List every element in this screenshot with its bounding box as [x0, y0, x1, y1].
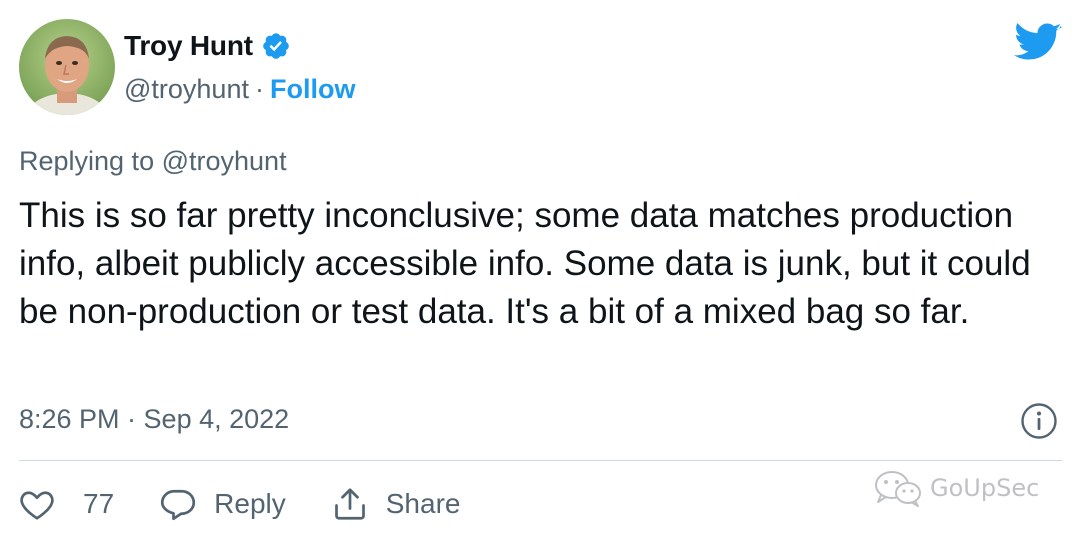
separator: · [254, 74, 264, 104]
share-icon [334, 488, 365, 520]
tweet-card: Troy Hunt @troyhunt · Follow Replying to… [0, 0, 1080, 539]
author-name-row[interactable]: Troy Hunt [124, 30, 291, 62]
watermark: GoUpSec [872, 468, 1039, 508]
tweet-text: This is so far pretty inconclusive; some… [19, 196, 1031, 331]
heart-icon [20, 491, 54, 520]
avatar[interactable] [19, 19, 115, 115]
share-button[interactable]: Share [332, 486, 461, 522]
reply-button[interactable]: Reply [160, 487, 286, 521]
action-bar: 77 Reply Share [19, 480, 506, 528]
reply-icon [161, 489, 196, 521]
replying-prefix: Replying to [19, 146, 155, 176]
like-button[interactable]: 77 [19, 487, 114, 521]
info-icon[interactable] [1020, 402, 1058, 440]
author-handle-row: @troyhunt · Follow [124, 74, 355, 105]
tweet-timestamp[interactable]: 8:26 PM · Sep 4, 2022 [19, 404, 289, 435]
watermark-text: GoUpSec [930, 474, 1040, 502]
reply-label: Reply [214, 488, 286, 519]
twitter-bird-icon[interactable] [1014, 22, 1062, 64]
divider [19, 460, 1062, 461]
wechat-icon [875, 471, 921, 507]
replying-mention[interactable]: @troyhunt [162, 146, 287, 176]
author-handle[interactable]: @troyhunt [124, 74, 249, 105]
verified-badge-icon [261, 31, 291, 61]
like-count: 77 [83, 488, 115, 519]
follow-button[interactable]: Follow [270, 74, 355, 105]
share-label: Share [385, 488, 461, 519]
author-display-name[interactable]: Troy Hunt [124, 30, 253, 62]
replying-to: Replying to @troyhunt [19, 146, 287, 177]
